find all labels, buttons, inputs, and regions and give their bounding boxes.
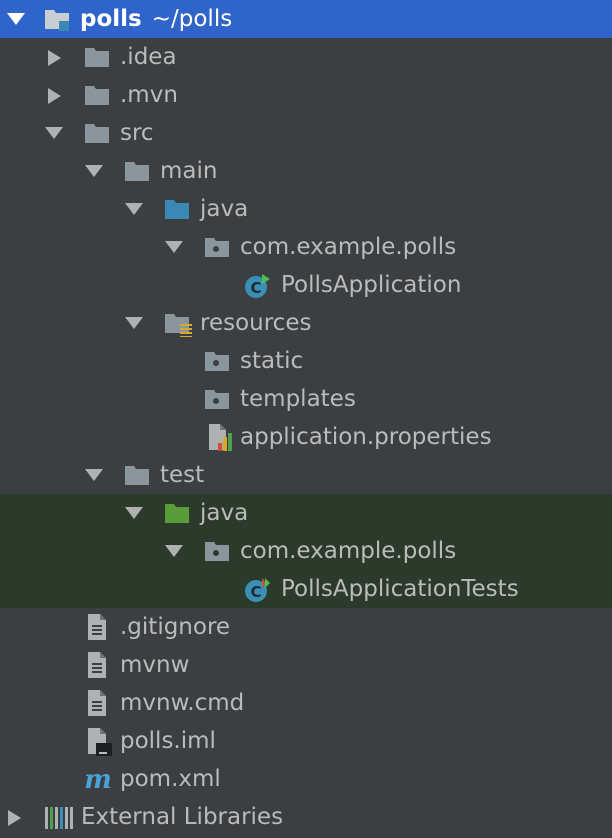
text-file-icon: [86, 613, 112, 640]
tree-node-mvnw[interactable]: mvnw: [0, 646, 612, 684]
tree-node-project-root[interactable]: polls ~/polls: [0, 0, 612, 38]
package-icon: [204, 539, 230, 563]
resources-folder-icon: [164, 311, 192, 337]
expand-arrow-icon[interactable]: [84, 152, 104, 190]
tree-label-test-java: java: [200, 500, 249, 526]
iml-file-icon: [86, 727, 112, 756]
tree-node-external-libraries[interactable]: External Libraries: [0, 798, 612, 836]
package-icon: [204, 235, 230, 259]
collapsed-arrow-icon[interactable]: [46, 76, 66, 114]
tree-label-idea: .idea: [120, 44, 177, 70]
expand-arrow-icon[interactable]: [44, 114, 64, 152]
expand-arrow-icon[interactable]: [124, 304, 144, 342]
tree-label-static: static: [240, 348, 304, 374]
svg-text:C: C: [250, 279, 261, 297]
expand-arrow-icon[interactable]: [124, 190, 144, 228]
tree-node-main-java[interactable]: java: [0, 190, 612, 228]
tree-label-src: src: [120, 120, 154, 146]
tree-node-pom-xml[interactable]: m pom.xml: [0, 760, 612, 798]
tree-node-main[interactable]: main: [0, 152, 612, 190]
project-path: ~/polls: [151, 6, 233, 32]
text-file-icon: [86, 651, 112, 678]
tree-node-resources[interactable]: resources: [0, 304, 612, 342]
libraries-icon: [44, 804, 73, 829]
expand-arrow-icon[interactable]: [164, 532, 184, 570]
tree-label-mvnw-cmd: mvnw.cmd: [120, 690, 245, 716]
folder-icon: [84, 121, 110, 145]
test-source-folder-icon: [164, 501, 190, 525]
expand-arrow-icon[interactable]: [6, 0, 26, 38]
project-name: polls: [80, 6, 142, 32]
tree-node-test-java[interactable]: java: [0, 494, 612, 532]
package-icon: [204, 349, 230, 373]
folder-icon: [124, 463, 150, 487]
project-tree: polls ~/polls .idea .mvn src main java c…: [0, 0, 612, 838]
expand-arrow-icon[interactable]: [124, 494, 144, 532]
tree-label-application-properties: application.properties: [240, 424, 492, 450]
tree-node-polls-application-tests[interactable]: C PollsApplicationTests: [0, 570, 612, 608]
tree-label-main-java: java: [200, 196, 249, 222]
tree-label-gitignore: .gitignore: [120, 614, 231, 640]
package-icon: [204, 387, 230, 411]
module-folder-icon: [44, 7, 70, 31]
properties-file-icon: [206, 423, 232, 451]
collapsed-arrow-icon[interactable]: [6, 798, 26, 836]
tree-node-test-package[interactable]: com.example.polls: [0, 532, 612, 570]
java-test-class-icon: C: [244, 577, 270, 602]
tree-label-pom-xml: pom.xml: [120, 766, 221, 792]
tree-node-test[interactable]: test: [0, 456, 612, 494]
tree-label-main: main: [160, 158, 218, 184]
tree-label-test: test: [160, 462, 205, 488]
folder-icon: [124, 159, 150, 183]
text-file-icon: [86, 689, 112, 716]
maven-icon: m: [84, 764, 112, 794]
expand-arrow-icon[interactable]: [84, 456, 104, 494]
tree-node-templates[interactable]: templates: [0, 380, 612, 418]
tree-label-test-package: com.example.polls: [240, 538, 457, 564]
collapsed-arrow-icon[interactable]: [46, 38, 66, 76]
folder-icon: [84, 83, 110, 107]
tree-node-gitignore[interactable]: .gitignore: [0, 608, 612, 646]
expand-arrow-icon[interactable]: [164, 228, 184, 266]
tree-label-templates: templates: [240, 386, 356, 412]
tree-node-idea[interactable]: .idea: [0, 38, 612, 76]
tree-label-mvn: .mvn: [120, 82, 178, 108]
tree-label-main-package: com.example.polls: [240, 234, 457, 260]
tree-node-polls-application[interactable]: C PollsApplication: [0, 266, 612, 304]
folder-icon: [84, 45, 110, 69]
tree-label-mvnw: mvnw: [120, 652, 190, 678]
tree-node-src[interactable]: src: [0, 114, 612, 152]
java-class-icon: C: [244, 273, 270, 298]
tree-label-polls-iml: polls.iml: [120, 728, 216, 754]
source-folder-icon: [164, 197, 190, 221]
tree-node-main-package[interactable]: com.example.polls: [0, 228, 612, 266]
tree-label-polls-application: PollsApplication: [281, 272, 462, 298]
tree-node-polls-iml[interactable]: polls.iml: [0, 722, 612, 760]
tree-node-mvn[interactable]: .mvn: [0, 76, 612, 114]
tree-label-external-libraries: External Libraries: [81, 804, 284, 830]
tree-label-resources: resources: [200, 310, 312, 336]
tree-node-application-properties[interactable]: application.properties: [0, 418, 612, 456]
svg-text:C: C: [250, 583, 261, 601]
tree-label-polls-application-tests: PollsApplicationTests: [281, 576, 519, 602]
tree-node-mvnw-cmd[interactable]: mvnw.cmd: [0, 684, 612, 722]
svg-text:m: m: [84, 765, 112, 794]
tree-node-static[interactable]: static: [0, 342, 612, 380]
